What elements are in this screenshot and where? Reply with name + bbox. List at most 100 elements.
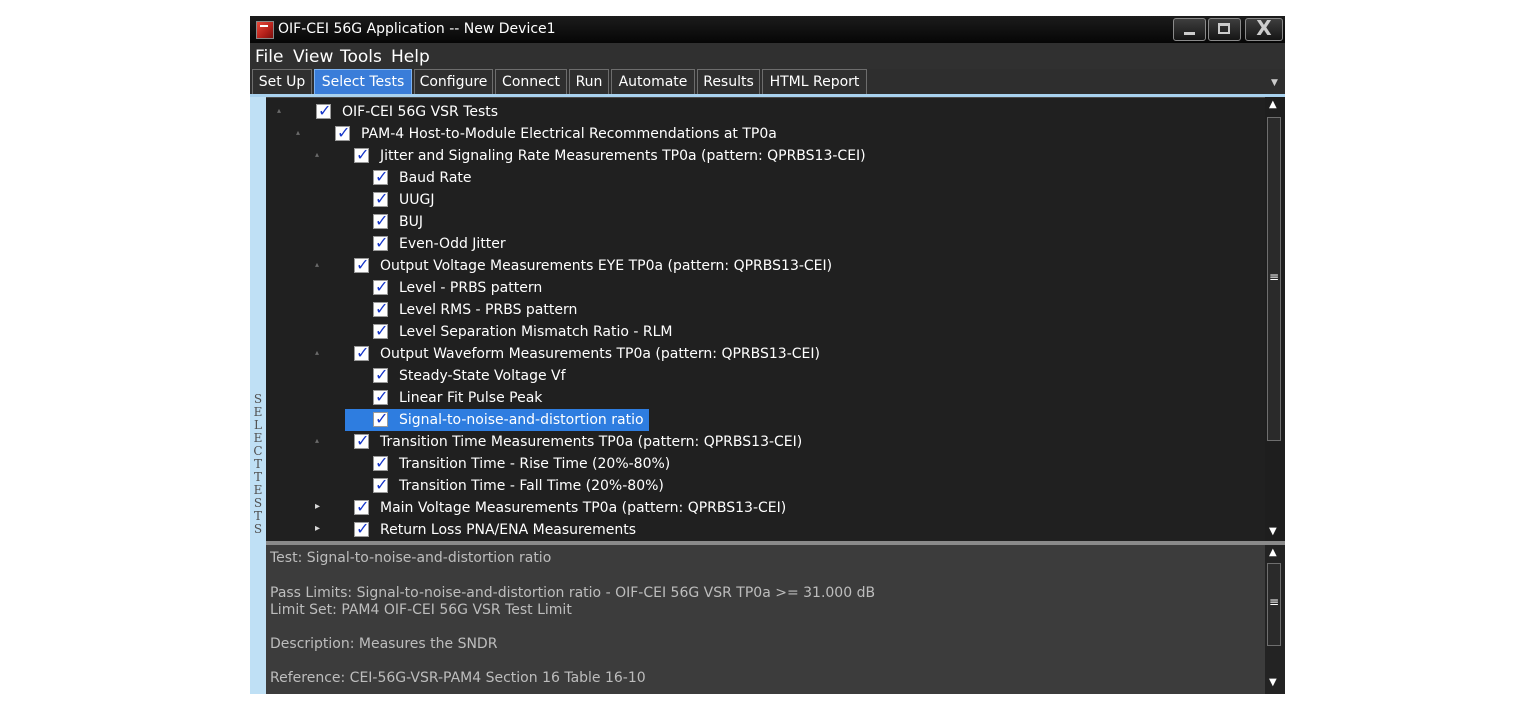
menu-help[interactable]: Help [391, 47, 430, 67]
test-label[interactable]: Transition Time - Fall Time (20%-80%) [399, 478, 664, 494]
test-label[interactable]: Transition Time - Rise Time (20%-80%) [399, 456, 670, 472]
title-bar[interactable]: OIF-CEI 56G Application -- New Device1 X [250, 16, 1285, 43]
tree-row[interactable]: Steady-State Voltage Vf [266, 365, 1265, 387]
menu-view[interactable]: View [293, 47, 333, 67]
test-checkbox[interactable] [373, 453, 388, 472]
test-checkbox[interactable] [335, 123, 350, 142]
expand-arrow-icon[interactable]: ▸ [315, 523, 320, 534]
tab-run[interactable]: Run [569, 69, 609, 94]
test-checkbox[interactable] [316, 101, 331, 120]
tab-connect[interactable]: Connect [495, 69, 567, 94]
detail-limit-set: Limit Set: PAM4 OIF-CEI 56G VSR Test Lim… [270, 602, 572, 618]
test-tree[interactable]: ▴ OIF-CEI 56G VSR Tests ▴ PAM-4 Host-to-Mod… [266, 97, 1265, 542]
test-checkbox[interactable] [354, 497, 369, 516]
test-label[interactable]: BUJ [399, 214, 423, 230]
menu-file[interactable]: File [255, 47, 283, 67]
test-label[interactable]: Steady-State Voltage Vf [399, 368, 566, 384]
tab-configure[interactable]: Configure [414, 69, 493, 94]
scroll-down-icon[interactable]: ▼ [1269, 526, 1277, 537]
detail-reference: Reference: CEI-56G-VSR-PAM4 Section 16 T… [270, 670, 646, 686]
tree-row[interactable]: Linear Fit Pulse Peak [266, 387, 1265, 409]
collapse-arrow-icon[interactable]: ▴ [315, 436, 319, 445]
test-label[interactable]: Main Voltage Measurements TP0a (pattern:… [380, 500, 786, 516]
tree-row[interactable]: ▸ Return Loss PNA/ENA Measurements [266, 519, 1265, 541]
test-checkbox[interactable] [373, 167, 388, 186]
tree-row[interactable]: Signal-to-noise-and-distortion ratio [266, 409, 1265, 431]
test-checkbox[interactable] [373, 409, 388, 428]
tree-row[interactable]: ▴ PAM-4 Host-to-Module Electrical Recomme… [266, 123, 1265, 145]
test-label[interactable]: Output Waveform Measurements TP0a (patte… [380, 346, 820, 362]
test-label[interactable]: Return Loss PNA/ENA Measurements [380, 522, 636, 538]
tree-row[interactable]: ▴ Output Waveform Measurements TP0a (patt… [266, 343, 1265, 365]
scroll-thumb[interactable]: ≡ [1267, 563, 1281, 646]
test-checkbox[interactable] [373, 189, 388, 208]
test-checkbox[interactable] [354, 255, 369, 274]
tree-row[interactable]: Even-Odd Jitter [266, 233, 1265, 255]
test-checkbox[interactable] [373, 211, 388, 230]
collapse-arrow-icon[interactable]: ▴ [296, 128, 300, 137]
tree-row[interactable]: ▴ OIF-CEI 56G VSR Tests [266, 101, 1265, 123]
minimize-button[interactable] [1173, 18, 1206, 41]
tab-results[interactable]: Results [697, 69, 760, 94]
details-panel: Test: Signal-to-noise-and-distortion rat… [266, 545, 1265, 694]
scroll-up-icon[interactable]: ▲ [1269, 99, 1277, 110]
details-scrollbar[interactable]: ▲ ≡ ▼ [1265, 545, 1285, 694]
test-label[interactable]: UUGJ [399, 192, 434, 208]
tree-row[interactable]: ▴ Output Voltage Measurements EYE TP0a (p… [266, 255, 1265, 277]
collapse-arrow-icon[interactable]: ▴ [277, 106, 281, 115]
tree-row[interactable]: Baud Rate [266, 167, 1265, 189]
maximize-button[interactable] [1208, 18, 1241, 41]
test-label[interactable]: OIF-CEI 56G VSR Tests [342, 104, 498, 120]
test-label[interactable]: Level RMS - PRBS pattern [399, 302, 577, 318]
sidebar-tab[interactable]: SELECT TESTS [250, 97, 266, 694]
tree-row[interactable]: Level - PRBS pattern [266, 277, 1265, 299]
tree-row[interactable]: Level RMS - PRBS pattern [266, 299, 1265, 321]
tab-html-report[interactable]: HTML Report [762, 69, 867, 94]
scroll-thumb[interactable]: ≡ [1267, 117, 1281, 441]
scroll-down-icon[interactable]: ▼ [1269, 677, 1277, 688]
test-label[interactable]: Linear Fit Pulse Peak [399, 390, 542, 406]
tree-row[interactable]: BUJ [266, 211, 1265, 233]
test-checkbox[interactable] [354, 519, 369, 538]
test-checkbox[interactable] [373, 365, 388, 384]
test-label[interactable]: Output Voltage Measurements EYE TP0a (pa… [380, 258, 832, 274]
collapse-arrow-icon[interactable]: ▴ [315, 150, 319, 159]
test-checkbox[interactable] [354, 145, 369, 164]
menu-tools[interactable]: Tools [340, 47, 382, 67]
test-label[interactable]: Level Separation Mismatch Ratio - RLM [399, 324, 672, 340]
test-checkbox[interactable] [373, 233, 388, 252]
test-label[interactable]: Transition Time Measurements TP0a (patte… [380, 434, 802, 450]
test-label[interactable]: Level - PRBS pattern [399, 280, 542, 296]
test-checkbox[interactable] [373, 299, 388, 318]
tree-row[interactable]: ▴ Transition Time Measurements TP0a (patt… [266, 431, 1265, 453]
collapse-arrow-icon[interactable]: ▴ [315, 348, 319, 357]
test-checkbox[interactable] [373, 387, 388, 406]
tab-set-up[interactable]: Set Up [252, 69, 312, 94]
test-label[interactable]: Signal-to-noise-and-distortion ratio [399, 412, 644, 428]
test-label[interactable]: PAM-4 Host-to-Module Electrical Recommen… [361, 126, 777, 142]
test-label[interactable]: Jitter and Signaling Rate Measurements T… [380, 148, 866, 164]
test-checkbox[interactable] [373, 321, 388, 340]
test-label[interactable]: Even-Odd Jitter [399, 236, 506, 252]
tree-row[interactable]: ▸ Main Voltage Measurements TP0a (pattern… [266, 497, 1265, 519]
tab-automate[interactable]: Automate [611, 69, 695, 94]
tree-row[interactable]: UUGJ [266, 189, 1265, 211]
test-checkbox[interactable] [373, 475, 388, 494]
tree-row[interactable]: Transition Time - Rise Time (20%-80%) [266, 453, 1265, 475]
minimize-icon [1184, 32, 1195, 35]
test-checkbox[interactable] [373, 277, 388, 296]
test-checkbox[interactable] [354, 431, 369, 450]
tree-row[interactable]: Transition Time - Fall Time (20%-80%) [266, 475, 1265, 497]
tab-select-tests[interactable]: Select Tests [314, 69, 412, 94]
tree-row[interactable]: Level Separation Mismatch Ratio - RLM [266, 321, 1265, 343]
test-label[interactable]: Baud Rate [399, 170, 472, 186]
tab-overflow-icon[interactable]: ▼ [1271, 78, 1278, 88]
tree-scrollbar[interactable]: ▲ ≡ ▼ [1265, 97, 1285, 541]
tree-row[interactable]: ▴ Jitter and Signaling Rate Measurements … [266, 145, 1265, 167]
test-checkbox[interactable] [354, 343, 369, 362]
tab-bar: Set Up Select Tests Configure Connect Ru… [250, 69, 1285, 96]
expand-arrow-icon[interactable]: ▸ [315, 501, 320, 512]
close-button[interactable]: X [1245, 16, 1283, 41]
collapse-arrow-icon[interactable]: ▴ [315, 260, 319, 269]
scroll-up-icon[interactable]: ▲ [1269, 547, 1277, 558]
